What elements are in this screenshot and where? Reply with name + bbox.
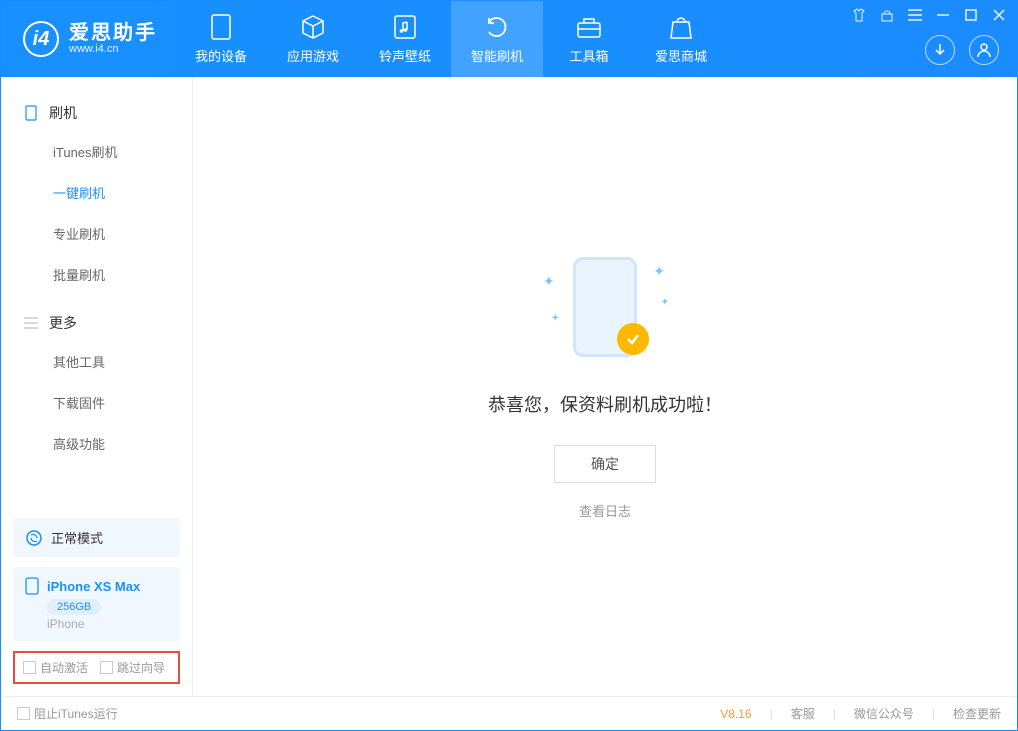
sidebar-item-pro[interactable]: 专业刷机 (1, 213, 192, 254)
footer-update[interactable]: 检查更新 (953, 705, 1001, 722)
checkbox-block-itunes[interactable]: 阻止iTunes运行 (17, 705, 118, 722)
device-card[interactable]: iPhone XS Max 256GB iPhone (13, 567, 180, 641)
ok-button[interactable]: 确定 (554, 445, 656, 483)
user-button[interactable] (969, 35, 999, 65)
top-nav: 我的设备 应用游戏 铃声壁纸 智能刷机 工具箱 爱思商城 (175, 1, 727, 77)
minimize-icon[interactable] (935, 7, 951, 23)
nav-apps-games[interactable]: 应用游戏 (267, 1, 359, 77)
phone-icon (23, 105, 39, 121)
mode-label: 正常模式 (51, 528, 103, 547)
logo-icon: i4 (23, 21, 59, 57)
success-message: 恭喜您，保资料刷机成功啦！ (488, 391, 722, 417)
sidebar-item-batch[interactable]: 批量刷机 (1, 254, 192, 295)
close-icon[interactable] (991, 7, 1007, 23)
sidebar-item-advanced[interactable]: 高级功能 (1, 423, 192, 464)
sidebar-group-flash: 刷机 (1, 95, 192, 131)
sidebar-item-other-tools[interactable]: 其他工具 (1, 341, 192, 382)
sidebar-item-download-fw[interactable]: 下载固件 (1, 382, 192, 423)
device-storage: 256GB (47, 599, 101, 615)
device-icon (208, 14, 234, 40)
highlighted-options: 自动激活 跳过向导 (13, 651, 180, 684)
music-icon (392, 14, 418, 40)
sidebar: 刷机 iTunes刷机 一键刷机 专业刷机 批量刷机 更多 其他工具 下载固件 … (1, 77, 193, 696)
footer: 阻止iTunes运行 V8.16 | 客服 | 微信公众号 | 检查更新 (1, 696, 1017, 730)
maximize-icon[interactable] (963, 7, 979, 23)
app-url: www.i4.cn (69, 43, 157, 55)
list-icon (23, 315, 39, 331)
success-illustration: ✦ ✦ ✦ ✦ (565, 253, 645, 363)
check-icon (617, 323, 649, 355)
lock-icon[interactable] (879, 7, 895, 23)
nav-store[interactable]: 爱思商城 (635, 1, 727, 77)
app-name: 爱思助手 (69, 23, 157, 43)
device-type: iPhone (47, 617, 168, 631)
cube-icon (300, 14, 326, 40)
view-log-link[interactable]: 查看日志 (579, 501, 631, 520)
bag-icon (668, 14, 694, 40)
sync-icon (25, 529, 43, 547)
main-content: ✦ ✦ ✦ ✦ 恭喜您，保资料刷机成功啦！ 确定 查看日志 (193, 77, 1017, 696)
device-name: iPhone XS Max (47, 579, 140, 594)
checkbox-auto-activate[interactable]: 自动激活 (23, 659, 88, 676)
footer-wechat[interactable]: 微信公众号 (854, 705, 914, 722)
shirt-icon[interactable] (851, 7, 867, 23)
header: i4 爱思助手 www.i4.cn 我的设备 应用游戏 铃声壁纸 智能刷机 工具… (1, 1, 1017, 77)
toolbox-icon (576, 14, 602, 40)
sidebar-item-oneclick[interactable]: 一键刷机 (1, 172, 192, 213)
device-icon (25, 577, 39, 595)
download-button[interactable] (925, 35, 955, 65)
footer-service[interactable]: 客服 (791, 705, 815, 722)
menu-icon[interactable] (907, 7, 923, 23)
nav-toolbox[interactable]: 工具箱 (543, 1, 635, 77)
nav-ringtones[interactable]: 铃声壁纸 (359, 1, 451, 77)
nav-my-device[interactable]: 我的设备 (175, 1, 267, 77)
nav-flash[interactable]: 智能刷机 (451, 1, 543, 77)
version-label: V8.16 (720, 707, 751, 721)
header-right (925, 35, 999, 65)
sidebar-item-itunes[interactable]: iTunes刷机 (1, 131, 192, 172)
refresh-shield-icon (484, 14, 510, 40)
logo: i4 爱思助手 www.i4.cn (1, 21, 175, 57)
mode-card[interactable]: 正常模式 (13, 518, 180, 557)
sidebar-group-more: 更多 (1, 305, 192, 341)
checkbox-skip-guide[interactable]: 跳过向导 (100, 659, 165, 676)
window-controls (851, 7, 1007, 23)
